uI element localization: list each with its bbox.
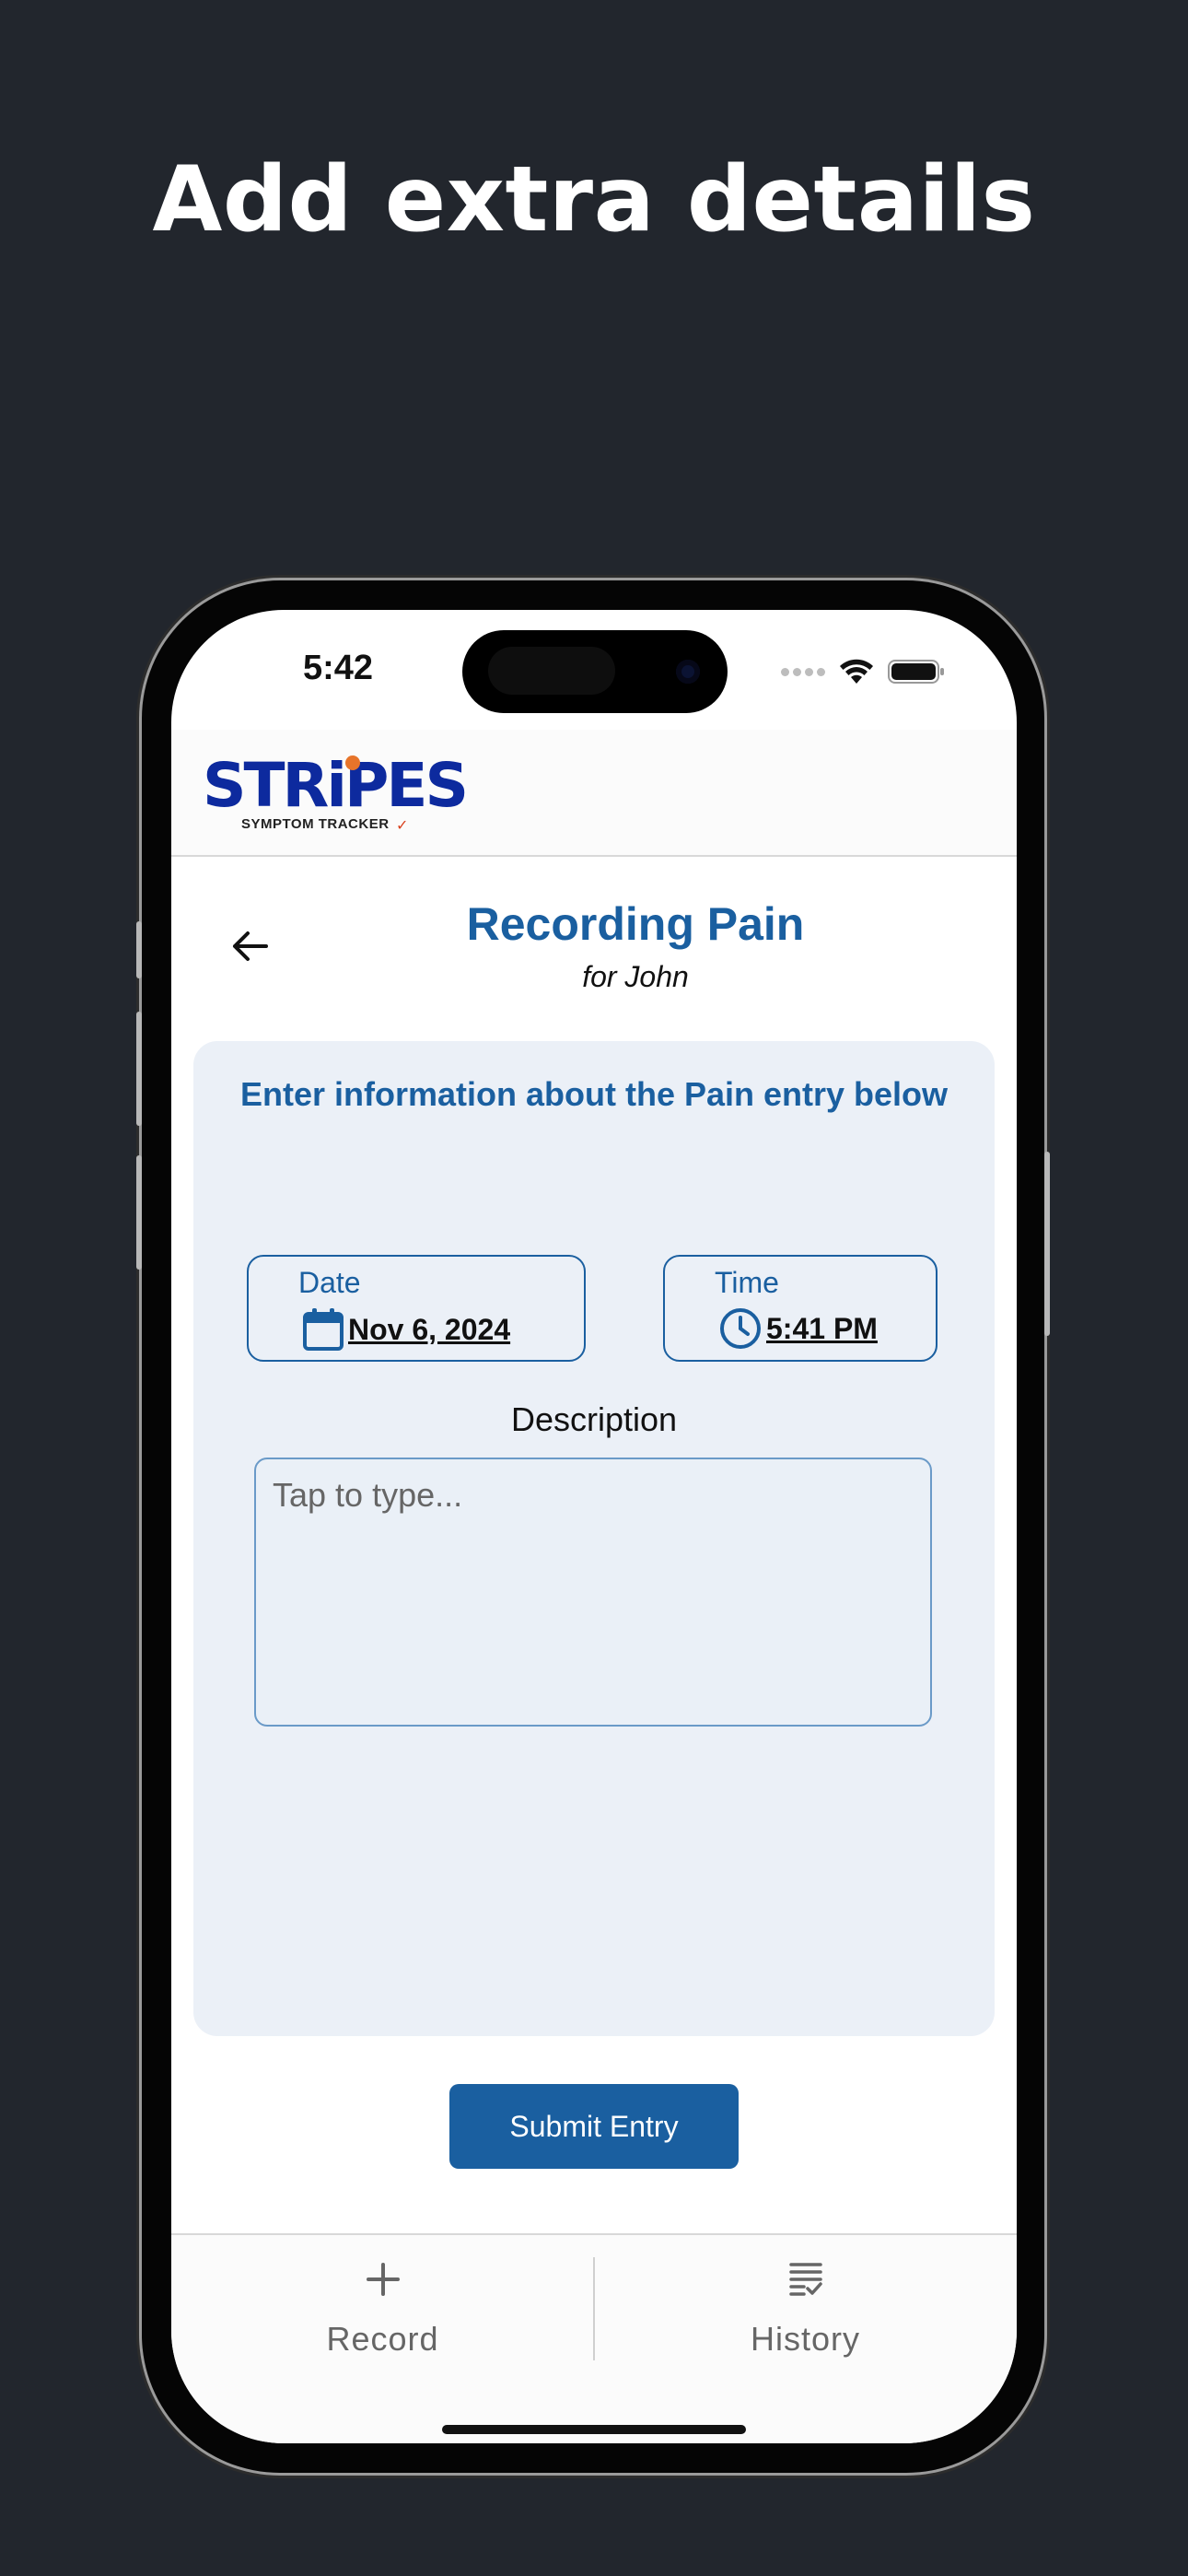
phone-screen: 5:42 STRiPES SYMPTOM TRACKER ✓ Recording xyxy=(171,610,1017,2443)
nav-label-record: Record xyxy=(326,2320,439,2358)
time-value-row: 5:41 PM xyxy=(718,1306,878,1351)
phone-volume-down-button xyxy=(136,1155,142,1270)
time-label: Time xyxy=(715,1266,779,1299)
wifi-icon xyxy=(840,659,873,684)
date-picker-field[interactable]: Date Nov 6, 2024 xyxy=(247,1255,586,1362)
submit-entry-button[interactable]: Submit Entry xyxy=(449,2084,739,2169)
logo-wordmark: STRiPES xyxy=(203,750,469,821)
battery-icon xyxy=(888,660,944,684)
back-button[interactable] xyxy=(217,914,282,978)
phone-power-button xyxy=(1044,1152,1050,1336)
stripes-logo: STRiPES SYMPTOM TRACKER ✓ xyxy=(203,755,469,835)
logo-subtitle: SYMPTOM TRACKER xyxy=(241,816,390,832)
home-indicator xyxy=(442,2425,746,2434)
sensor-area xyxy=(488,647,615,695)
marketing-headline: Add extra details xyxy=(152,147,1036,252)
dynamic-island xyxy=(462,630,728,713)
nav-item-record[interactable]: Record xyxy=(171,2235,594,2392)
phone-action-button xyxy=(136,921,142,978)
list-check-icon xyxy=(594,2257,1017,2303)
page-title: Recording Pain xyxy=(466,898,805,950)
time-value: 5:41 PM xyxy=(766,1311,878,1345)
time-picker-field[interactable]: Time 5:41 PM xyxy=(663,1255,938,1362)
date-value: Nov 6, 2024 xyxy=(348,1312,511,1346)
clock-icon xyxy=(720,1308,761,1349)
status-time: 5:42 xyxy=(302,649,374,687)
page-subtitle: for John xyxy=(582,960,689,993)
entry-form-card: Enter information about the Pain entry b… xyxy=(193,1041,995,2036)
camera-lens-icon xyxy=(676,660,700,684)
bottom-navigation: Record History xyxy=(171,2233,1017,2443)
form-instruction: Enter information about the Pain entry b… xyxy=(239,1075,949,1113)
nav-label-history: History xyxy=(750,2320,860,2358)
arrow-left-icon xyxy=(233,931,268,961)
cellular-signal-icon xyxy=(781,667,825,676)
description-label: Description xyxy=(510,1400,678,1438)
date-value-row: Nov 6, 2024 xyxy=(302,1306,510,1352)
plus-icon xyxy=(171,2257,594,2303)
calendar-icon xyxy=(303,1308,344,1351)
logo-dot-icon xyxy=(345,755,360,770)
logo-check-icon: ✓ xyxy=(396,818,409,834)
nav-item-history[interactable]: History xyxy=(594,2235,1017,2392)
app-header: STRiPES SYMPTOM TRACKER ✓ xyxy=(171,730,1017,857)
status-icons xyxy=(781,658,945,685)
description-input[interactable] xyxy=(254,1458,932,1727)
date-label: Date xyxy=(298,1266,361,1299)
phone-volume-up-button xyxy=(136,1012,142,1126)
